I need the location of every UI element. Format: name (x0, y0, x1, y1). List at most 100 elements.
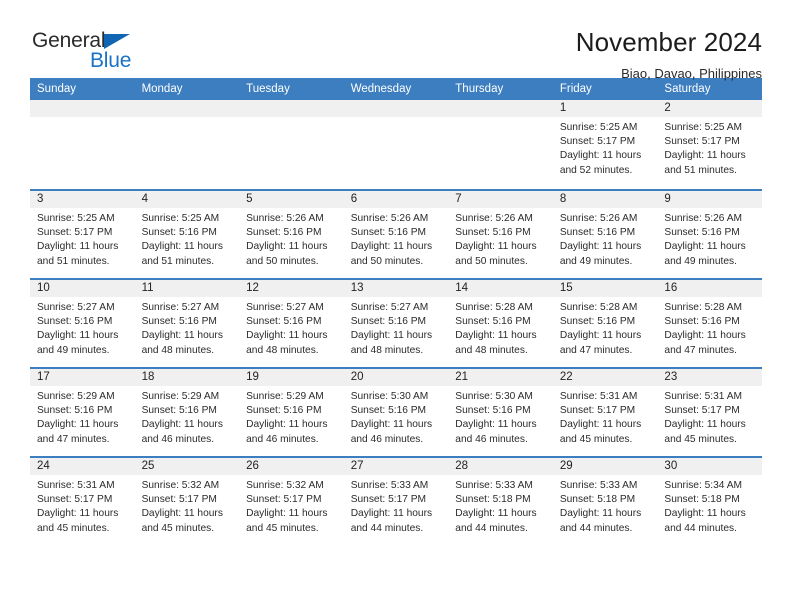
sunrise-text: Sunrise: 5:27 AM (246, 302, 324, 313)
day-number: 2 (657, 100, 762, 117)
day-number: 18 (134, 369, 240, 386)
day-cell[interactable] (448, 100, 553, 189)
day-details: Sunrise: 5:29 AM Sunset: 5:16 PM Dayligh… (30, 386, 135, 447)
day-cell[interactable]: 14 Sunrise: 5:28 AM Sunset: 5:16 PM Dayl… (448, 280, 553, 367)
sunrise-text: Sunrise: 5:31 AM (37, 480, 115, 491)
day-cell[interactable]: 25 Sunrise: 5:32 AM Sunset: 5:17 PM Dayl… (134, 458, 240, 545)
day-cell[interactable]: 10 Sunrise: 5:27 AM Sunset: 5:16 PM Dayl… (30, 280, 135, 367)
weekday-header-tuesday: Tuesday (246, 83, 290, 95)
daylight-text-line1: Daylight: 11 hours (350, 330, 433, 342)
day-cell[interactable]: 29 Sunrise: 5:33 AM Sunset: 5:18 PM Dayl… (552, 458, 658, 545)
sunset-text: Sunset: 5:17 PM (664, 136, 740, 148)
daylight-text-line1: Daylight: 11 hours (37, 241, 119, 253)
sunset-text: Sunset: 5:16 PM (37, 316, 113, 328)
day-details: Sunrise: 5:29 AM Sunset: 5:16 PM Dayligh… (135, 386, 240, 447)
day-cell[interactable]: 27 Sunrise: 5:33 AM Sunset: 5:17 PM Dayl… (343, 458, 449, 545)
calendar-page: General Blue November 2024 Biao, Davao, … (0, 0, 792, 612)
day-details: Sunrise: 5:25 AM Sunset: 5:17 PM Dayligh… (553, 117, 658, 178)
day-cell[interactable]: 20 Sunrise: 5:30 AM Sunset: 5:16 PM Dayl… (343, 369, 449, 456)
day-cell[interactable]: 30 Sunrise: 5:34 AM Sunset: 5:18 PM Dayl… (657, 458, 762, 545)
day-cell[interactable]: 16 Sunrise: 5:28 AM Sunset: 5:16 PM Dayl… (657, 280, 762, 367)
day-cell[interactable]: 21 Sunrise: 5:30 AM Sunset: 5:16 PM Dayl… (448, 369, 553, 456)
weekday-header-row: Sunday Monday Tuesday Wednesday Thursday… (30, 78, 762, 100)
daylight-text-line1: Daylight: 11 hours (141, 330, 223, 342)
sunset-text: Sunset: 5:16 PM (455, 227, 531, 239)
day-cell[interactable] (239, 100, 344, 189)
day-cell[interactable]: 6 Sunrise: 5:26 AM Sunset: 5:16 PM Dayli… (343, 191, 449, 278)
sunrise-text: Sunrise: 5:25 AM (664, 122, 743, 133)
day-number: 15 (552, 280, 658, 297)
day-cell[interactable]: 13 Sunrise: 5:27 AM Sunset: 5:16 PM Dayl… (343, 280, 449, 367)
daylight-text-line1: Daylight: 11 hours (37, 330, 119, 342)
sunset-text: Sunset: 5:16 PM (455, 405, 531, 417)
day-details: Sunrise: 5:31 AM Sunset: 5:17 PM Dayligh… (657, 386, 762, 447)
day-cell[interactable]: 19 Sunrise: 5:29 AM Sunset: 5:16 PM Dayl… (239, 369, 344, 456)
daylight-text-line1: Daylight: 11 hours (559, 241, 642, 253)
sunset-text: Sunset: 5:17 PM (559, 136, 636, 148)
daylight-text-line2: and 48 minutes. (141, 344, 215, 356)
sunrise-text: Sunrise: 5:25 AM (141, 213, 220, 224)
day-number: 30 (657, 458, 762, 475)
day-cell[interactable]: 26 Sunrise: 5:32 AM Sunset: 5:17 PM Dayl… (239, 458, 344, 545)
day-details: Sunrise: 5:25 AM Sunset: 5:16 PM Dayligh… (135, 208, 240, 269)
day-details: Sunrise: 5:32 AM Sunset: 5:17 PM Dayligh… (135, 475, 240, 536)
sunset-text: Sunset: 5:16 PM (246, 316, 322, 328)
day-number: 13 (343, 280, 449, 297)
sunrise-text: Sunrise: 5:25 AM (37, 213, 115, 224)
day-cell[interactable]: 18 Sunrise: 5:29 AM Sunset: 5:16 PM Dayl… (134, 369, 240, 456)
sunrise-text: Sunrise: 5:29 AM (37, 391, 115, 402)
day-details: Sunrise: 5:28 AM Sunset: 5:16 PM Dayligh… (553, 297, 658, 358)
day-number: 19 (239, 369, 344, 386)
day-number: 6 (343, 191, 449, 208)
day-cell[interactable]: 17 Sunrise: 5:29 AM Sunset: 5:16 PM Dayl… (30, 369, 135, 456)
sunset-text: Sunset: 5:16 PM (246, 405, 322, 417)
day-cell[interactable]: 2 Sunrise: 5:25 AM Sunset: 5:17 PM Dayli… (657, 100, 762, 189)
day-number: 23 (657, 369, 762, 386)
daylight-text-line1: Daylight: 11 hours (141, 419, 223, 431)
day-cell[interactable]: 23 Sunrise: 5:31 AM Sunset: 5:17 PM Dayl… (657, 369, 762, 456)
daylight-text-line1: Daylight: 11 hours (350, 241, 433, 253)
day-cell[interactable]: 3 Sunrise: 5:25 AM Sunset: 5:17 PM Dayli… (30, 191, 135, 278)
page-title: November 2024 (575, 27, 762, 57)
daylight-text-line1: Daylight: 11 hours (455, 330, 537, 342)
sunset-text: Sunset: 5:16 PM (664, 316, 740, 328)
day-cell[interactable]: 24 Sunrise: 5:31 AM Sunset: 5:17 PM Dayl… (30, 458, 135, 545)
day-cell[interactable]: 11 Sunrise: 5:27 AM Sunset: 5:16 PM Dayl… (134, 280, 240, 367)
daylight-text-line2: and 45 minutes. (141, 522, 215, 534)
day-cell[interactable]: 22 Sunrise: 5:31 AM Sunset: 5:17 PM Dayl… (552, 369, 658, 456)
day-number: 5 (239, 191, 344, 208)
day-details: Sunrise: 5:26 AM Sunset: 5:16 PM Dayligh… (239, 208, 344, 269)
day-number: 21 (448, 369, 553, 386)
day-details (448, 117, 553, 121)
daylight-text-line2: and 44 minutes. (559, 522, 633, 534)
day-cell[interactable]: 12 Sunrise: 5:27 AM Sunset: 5:16 PM Dayl… (239, 280, 344, 367)
day-cell[interactable] (134, 100, 240, 189)
day-number: 3 (30, 191, 135, 208)
daylight-text-line2: and 48 minutes. (246, 344, 319, 356)
day-number: 24 (30, 458, 135, 475)
day-cell[interactable] (30, 100, 135, 189)
sunset-text: Sunset: 5:17 PM (141, 494, 217, 506)
day-cell[interactable] (343, 100, 449, 189)
day-cell[interactable]: 28 Sunrise: 5:33 AM Sunset: 5:18 PM Dayl… (448, 458, 553, 545)
day-number: 11 (134, 280, 240, 297)
day-cell[interactable]: 8 Sunrise: 5:26 AM Sunset: 5:16 PM Dayli… (552, 191, 658, 278)
sunrise-text: Sunrise: 5:27 AM (37, 302, 115, 313)
sunset-text: Sunset: 5:18 PM (559, 494, 636, 506)
week-row: 1 Sunrise: 5:25 AM Sunset: 5:17 PM Dayli… (30, 100, 762, 189)
sunset-text: Sunset: 5:18 PM (664, 494, 740, 506)
general-blue-logo[interactable]: General Blue (30, 28, 230, 80)
daylight-text-line2: and 47 minutes. (37, 433, 110, 445)
day-cell[interactable]: 5 Sunrise: 5:26 AM Sunset: 5:16 PM Dayli… (239, 191, 344, 278)
day-details: Sunrise: 5:28 AM Sunset: 5:16 PM Dayligh… (657, 297, 762, 358)
daylight-text-line1: Daylight: 11 hours (246, 419, 328, 431)
sunset-text: Sunset: 5:17 PM (37, 494, 113, 506)
day-cell[interactable]: 9 Sunrise: 5:26 AM Sunset: 5:16 PM Dayli… (657, 191, 762, 278)
day-cell[interactable]: 7 Sunrise: 5:26 AM Sunset: 5:16 PM Dayli… (448, 191, 553, 278)
sunrise-text: Sunrise: 5:28 AM (559, 302, 638, 313)
daylight-text-line2: and 46 minutes. (246, 433, 319, 445)
day-cell[interactable]: 1 Sunrise: 5:25 AM Sunset: 5:17 PM Dayli… (552, 100, 658, 189)
day-cell[interactable]: 4 Sunrise: 5:25 AM Sunset: 5:16 PM Dayli… (134, 191, 240, 278)
day-cell[interactable]: 15 Sunrise: 5:28 AM Sunset: 5:16 PM Dayl… (552, 280, 658, 367)
daylight-text-line1: Daylight: 11 hours (559, 419, 642, 431)
